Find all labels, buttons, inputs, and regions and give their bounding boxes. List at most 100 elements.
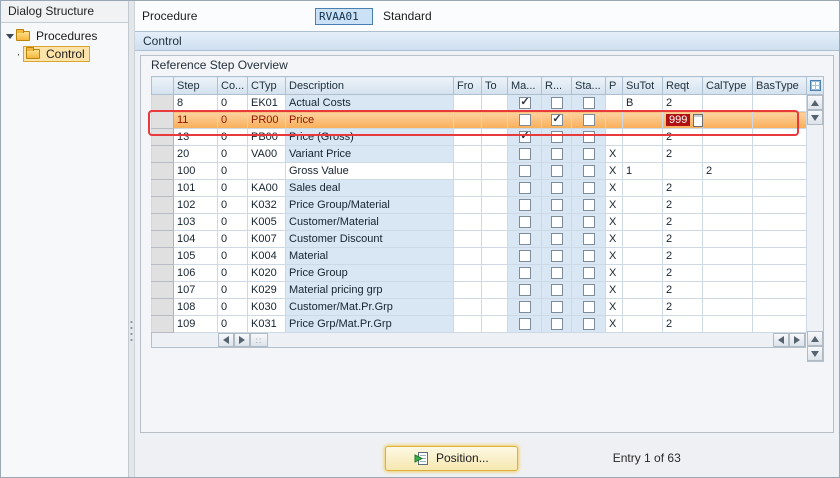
statistical-checkbox[interactable] — [582, 148, 595, 161]
cell-statistical[interactable] — [571, 281, 606, 299]
row-selector[interactable] — [151, 247, 174, 265]
statistical-checkbox[interactable] — [582, 97, 595, 110]
cell-requirement[interactable]: 999 — [662, 111, 704, 129]
table-row[interactable]: 104 0 K007 Customer Discount X 2 — [151, 230, 807, 248]
cell-requirement[interactable]: 2 — [662, 264, 703, 282]
table-row[interactable]: 13 0 PB00 Price (Gross) 2 — [151, 128, 807, 146]
cell-manual[interactable] — [507, 315, 542, 333]
cell-condition-type[interactable]: K032 — [247, 196, 286, 214]
tree-expander-icon[interactable] — [4, 33, 15, 39]
cell-subtotal[interactable] — [622, 230, 663, 248]
cell-manual[interactable] — [507, 230, 542, 248]
required-checkbox[interactable] — [550, 267, 563, 280]
column-header-to[interactable]: To — [481, 76, 508, 95]
statistical-checkbox[interactable] — [582, 165, 595, 178]
required-checkbox[interactable] — [550, 284, 563, 297]
cell-subtotal[interactable] — [622, 111, 663, 129]
cell-counter[interactable]: 0 — [217, 162, 248, 180]
row-selector[interactable] — [151, 145, 174, 163]
cell-condition-type[interactable]: EK01 — [247, 94, 286, 112]
cell-caltype[interactable] — [702, 315, 753, 333]
cell-caltype[interactable] — [702, 128, 753, 146]
manual-checkbox[interactable] — [518, 318, 531, 331]
cell-required[interactable] — [541, 281, 572, 299]
scroll-up-button[interactable] — [807, 95, 823, 110]
cell-description[interactable]: Material — [285, 247, 454, 265]
vertical-scrollbar[interactable] — [807, 76, 824, 362]
cell-counter[interactable]: 0 — [217, 94, 248, 112]
cell-statistical[interactable] — [571, 213, 606, 231]
tree-item-label[interactable]: Control — [44, 47, 87, 61]
cell-counter[interactable]: 0 — [217, 111, 248, 129]
cell-condition-type[interactable]: K029 — [247, 281, 286, 299]
cell-counter[interactable]: 0 — [217, 298, 248, 316]
cell-to[interactable] — [481, 264, 508, 282]
cell-requirement[interactable] — [662, 162, 703, 180]
cell-bastype[interactable] — [752, 315, 807, 333]
cell-subtotal[interactable] — [622, 281, 663, 299]
statistical-checkbox[interactable] — [582, 114, 595, 127]
cell-statistical[interactable] — [571, 264, 606, 282]
horizontal-scrollbar[interactable]: :: — [151, 333, 806, 348]
cell-step[interactable]: 106 — [173, 264, 218, 282]
cell-counter[interactable]: 0 — [217, 213, 248, 231]
cell-subtotal[interactable]: B — [622, 94, 663, 112]
cell-bastype[interactable] — [752, 230, 807, 248]
table-row[interactable]: 108 0 K030 Customer/Mat.Pr.Grp X 2 — [151, 298, 807, 316]
cell-to[interactable] — [481, 111, 508, 129]
manual-checkbox[interactable] — [518, 114, 531, 127]
cell-to[interactable] — [481, 162, 508, 180]
cell-subtotal[interactable] — [622, 247, 663, 265]
cell-description[interactable]: Price Group — [285, 264, 454, 282]
cell-requirement[interactable]: 2 — [662, 94, 703, 112]
row-selector[interactable] — [151, 162, 174, 180]
tree-selection[interactable]: Control — [23, 46, 90, 62]
cell-step[interactable]: 109 — [173, 315, 218, 333]
cell-description[interactable]: Price (Gross) — [285, 128, 454, 146]
cell-requirement[interactable]: 2 — [662, 247, 703, 265]
required-checkbox[interactable] — [550, 216, 563, 229]
cell-subtotal[interactable] — [622, 145, 663, 163]
table-row[interactable]: 8 0 EK01 Actual Costs B 2 — [151, 94, 807, 112]
manual-checkbox[interactable] — [518, 267, 531, 280]
cell-manual[interactable] — [507, 213, 542, 231]
table-row[interactable]: 11 0 PR00 Price 999 — [151, 111, 807, 129]
row-selector[interactable] — [151, 213, 174, 231]
cell-manual[interactable] — [507, 145, 542, 163]
column-header-reqt[interactable]: Reqt — [662, 76, 703, 95]
cell-manual[interactable] — [507, 281, 542, 299]
cell-bastype[interactable] — [752, 162, 807, 180]
cell-description[interactable]: Material pricing grp — [285, 281, 454, 299]
cell-print[interactable] — [605, 94, 623, 112]
cell-statistical[interactable] — [571, 94, 606, 112]
cell-required[interactable] — [541, 111, 572, 129]
cell-requirement[interactable]: 2 — [662, 281, 703, 299]
statistical-checkbox[interactable] — [582, 182, 595, 195]
statistical-checkbox[interactable] — [582, 250, 595, 263]
cell-bastype[interactable] — [752, 264, 807, 282]
cell-subtotal[interactable] — [622, 179, 663, 197]
cell-description[interactable]: Sales deal — [285, 179, 454, 197]
cell-from[interactable] — [453, 298, 482, 316]
cell-subtotal[interactable] — [622, 128, 663, 146]
statistical-checkbox[interactable] — [582, 267, 595, 280]
column-header-fro[interactable]: Fro — [453, 76, 482, 95]
column-header-sta[interactable]: Sta... — [571, 76, 606, 95]
table-row[interactable]: 101 0 KA00 Sales deal X 2 — [151, 179, 807, 197]
scroll-left-button[interactable] — [773, 333, 789, 347]
cell-subtotal[interactable]: 1 — [622, 162, 663, 180]
cell-caltype[interactable] — [702, 94, 753, 112]
cell-manual[interactable] — [507, 264, 542, 282]
cell-condition-type[interactable] — [247, 162, 286, 180]
cell-statistical[interactable] — [571, 230, 606, 248]
cell-from[interactable] — [453, 213, 482, 231]
cell-required[interactable] — [541, 247, 572, 265]
column-header-ctyp[interactable]: CTyp — [247, 76, 286, 95]
cell-step[interactable]: 103 — [173, 213, 218, 231]
row-selector[interactable] — [151, 94, 174, 112]
statistical-checkbox[interactable] — [582, 318, 595, 331]
position-button[interactable]: Position... — [385, 445, 518, 471]
cell-print[interactable]: X — [605, 298, 623, 316]
cell-subtotal[interactable] — [622, 315, 663, 333]
cell-bastype[interactable] — [752, 179, 807, 197]
